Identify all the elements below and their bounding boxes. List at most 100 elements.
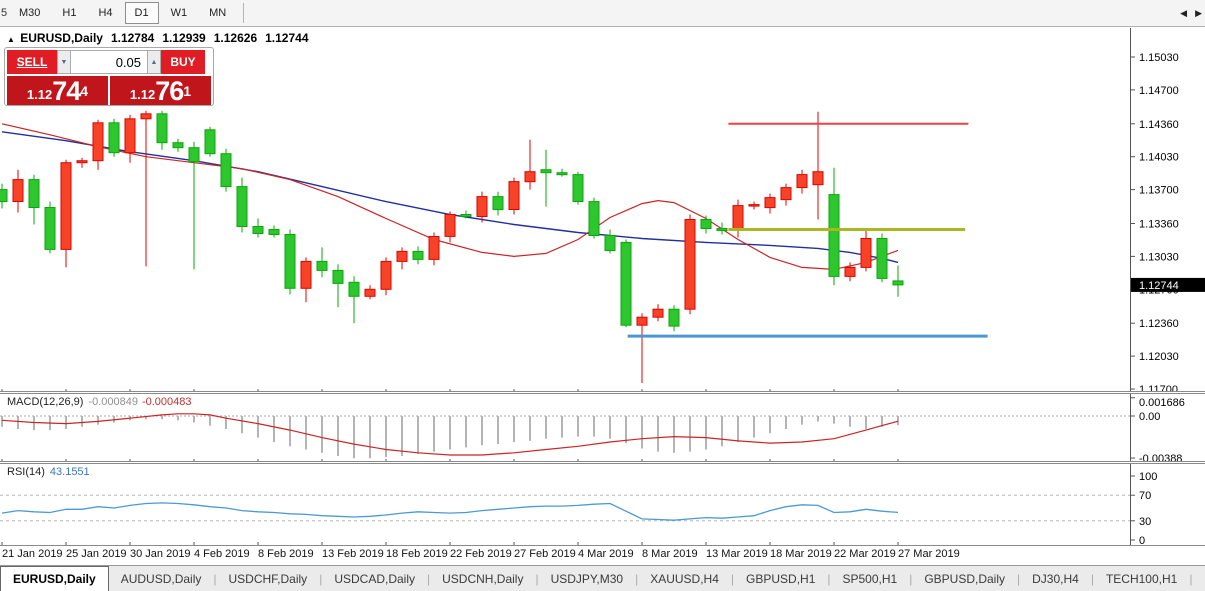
candle <box>652 308 664 318</box>
chart-ohlc-title: ▲ EURUSD,Daily 1.12784 1.12939 1.12626 1… <box>7 31 309 45</box>
candle <box>828 194 840 277</box>
candle <box>668 308 680 327</box>
time-axis-label: 22 Feb 2019 <box>450 548 512 560</box>
candle <box>540 169 552 174</box>
candle <box>108 122 120 154</box>
svg-text:1.13360: 1.13360 <box>1139 219 1179 231</box>
candle <box>588 201 600 237</box>
chart-tab-USDJPY,M30[interactable]: USDJPY,M30 <box>539 566 635 591</box>
candle <box>812 171 824 186</box>
tab-scroll-left-icon[interactable]: ◀ <box>1180 8 1187 19</box>
time-axis[interactable]: 21 Jan 2019 25 Jan 2019 30 Jan 2019 4 Feb 2… <box>0 546 1205 564</box>
candle <box>92 122 104 162</box>
candle <box>444 214 456 237</box>
time-axis-label: 4 Mar 2019 <box>578 548 634 560</box>
chart-tab-GBPUSD,Daily[interactable]: GBPUSD,Daily <box>912 566 1017 591</box>
svg-text:0: 0 <box>1139 535 1145 545</box>
candle <box>732 205 744 232</box>
timeframe-button-D1[interactable]: D1 <box>124 2 159 24</box>
timeframe-button-W1[interactable]: W1 <box>161 2 198 24</box>
svg-text:100: 100 <box>1139 471 1157 483</box>
pane-splitter[interactable] <box>0 391 1205 394</box>
candle <box>44 207 56 250</box>
toolbar-separator <box>243 3 245 23</box>
mt4-window: 5 M30 H1 H4 D1 W1 MN ▲ EURUSD,Daily 1.12784 1… <box>0 0 1205 591</box>
svg-text:1.14360: 1.14360 <box>1139 119 1179 131</box>
collapse-panel-icon[interactable]: ▲ <box>7 35 15 44</box>
candle <box>60 162 72 250</box>
spin-up-icon: ▲ <box>150 58 158 66</box>
rsi-label: RSI(14) 43.1551 <box>7 466 90 478</box>
candle <box>860 238 872 268</box>
sell-button[interactable]: SELL <box>7 50 57 74</box>
candle <box>220 153 232 188</box>
tab-scroll-right-icon[interactable]: ▶ <box>1195 8 1202 19</box>
chart-tab-USDCAD,Daily[interactable]: USDCAD,Daily <box>322 566 427 591</box>
sell-price-panel[interactable]: 1.12 74 4 <box>7 76 108 105</box>
svg-text:1.12030: 1.12030 <box>1139 351 1179 363</box>
macd-label: MACD(12,26,9) -0.000849 -0.000483 <box>7 396 192 408</box>
candle <box>76 160 88 164</box>
chart-tab-GBPUSD,H1[interactable]: GBPUSD,H1 <box>734 566 827 591</box>
rsi-pane[interactable]: 100 70 30 0 <box>0 464 1205 545</box>
candle <box>380 260 392 290</box>
volume-increase-button[interactable]: ▲ <box>147 50 161 74</box>
candle <box>252 226 264 234</box>
ohlc-low: 1.12626 <box>213 31 258 45</box>
candle <box>572 174 584 203</box>
time-axis-label: 27 Mar 2019 <box>898 548 960 560</box>
candle <box>396 250 408 262</box>
candles <box>0 110 904 383</box>
timeframe-button-M30[interactable]: M30 <box>9 2 50 24</box>
candle <box>12 179 24 203</box>
svg-text:1.12744: 1.12744 <box>1139 280 1179 292</box>
time-axis-label: 13 Mar 2019 <box>706 548 768 560</box>
macd-signal-value: -0.000483 <box>141 396 192 408</box>
candle <box>476 196 488 218</box>
candle <box>428 236 440 260</box>
svg-text:1.14030: 1.14030 <box>1139 152 1179 164</box>
chart-tab-XAUUSD,H4[interactable]: XAUUSD,H4 <box>638 566 731 591</box>
candle <box>412 250 424 260</box>
time-axis-label: 4 Feb 2019 <box>194 548 250 560</box>
chart-tab-USDCNH,Daily[interactable]: USDCNH,Daily <box>430 566 535 591</box>
buy-button[interactable]: BUY <box>161 50 205 74</box>
svg-text:1.13030: 1.13030 <box>1139 251 1179 263</box>
candle <box>140 113 152 120</box>
macd-histogram <box>1 416 899 459</box>
chart-tab-UKC[interactable]: UKC <box>1192 566 1205 591</box>
chart-tab-SP500,H1[interactable]: SP500,H1 <box>831 566 910 591</box>
time-axis-label: 8 Mar 2019 <box>642 548 698 560</box>
chart-tab-DJ30,H4[interactable]: DJ30,H4 <box>1020 566 1091 591</box>
candle <box>700 219 712 229</box>
candle <box>316 260 328 271</box>
candle <box>764 197 776 209</box>
time-axis-label: 30 Jan 2019 <box>130 548 191 560</box>
candle <box>268 229 280 235</box>
time-axis-label: 18 Feb 2019 <box>386 548 448 560</box>
chart-tab-AUDUSD,Daily[interactable]: AUDUSD,Daily <box>109 566 214 591</box>
timeframe-button-MN[interactable]: MN <box>199 2 236 24</box>
candle <box>620 241 632 326</box>
clipped-toolbar-item[interactable]: 5 <box>0 7 8 19</box>
buy-price-panel[interactable]: 1.12 76 1 <box>110 76 211 105</box>
candle <box>300 260 312 289</box>
ohlc-close: 1.12744 <box>265 31 309 45</box>
candle <box>156 113 168 144</box>
moving-averages <box>1 123 899 271</box>
svg-text:1.13700: 1.13700 <box>1139 185 1179 197</box>
timeframe-button-H4[interactable]: H4 <box>88 2 122 24</box>
time-axis-label: 18 Mar 2019 <box>770 548 832 560</box>
volume-decrease-button[interactable]: ▼ <box>57 50 71 74</box>
chart-tab-USDCHF,Daily[interactable]: USDCHF,Daily <box>217 566 320 591</box>
candle <box>364 288 376 297</box>
chart-tab-EURUSD,Daily[interactable]: EURUSD,Daily <box>0 566 109 591</box>
buy-price-sup: 1 <box>183 83 192 99</box>
pane-splitter[interactable] <box>0 461 1205 464</box>
candle <box>636 316 648 326</box>
chart-tab-TECH100,H1[interactable]: TECH100,H1 <box>1094 566 1189 591</box>
timeframe-button-H1[interactable]: H1 <box>52 2 86 24</box>
volume-input[interactable] <box>71 50 147 74</box>
macd-name: MACD(12,26,9) <box>7 396 84 408</box>
rsi-name: RSI(14) <box>7 466 45 478</box>
